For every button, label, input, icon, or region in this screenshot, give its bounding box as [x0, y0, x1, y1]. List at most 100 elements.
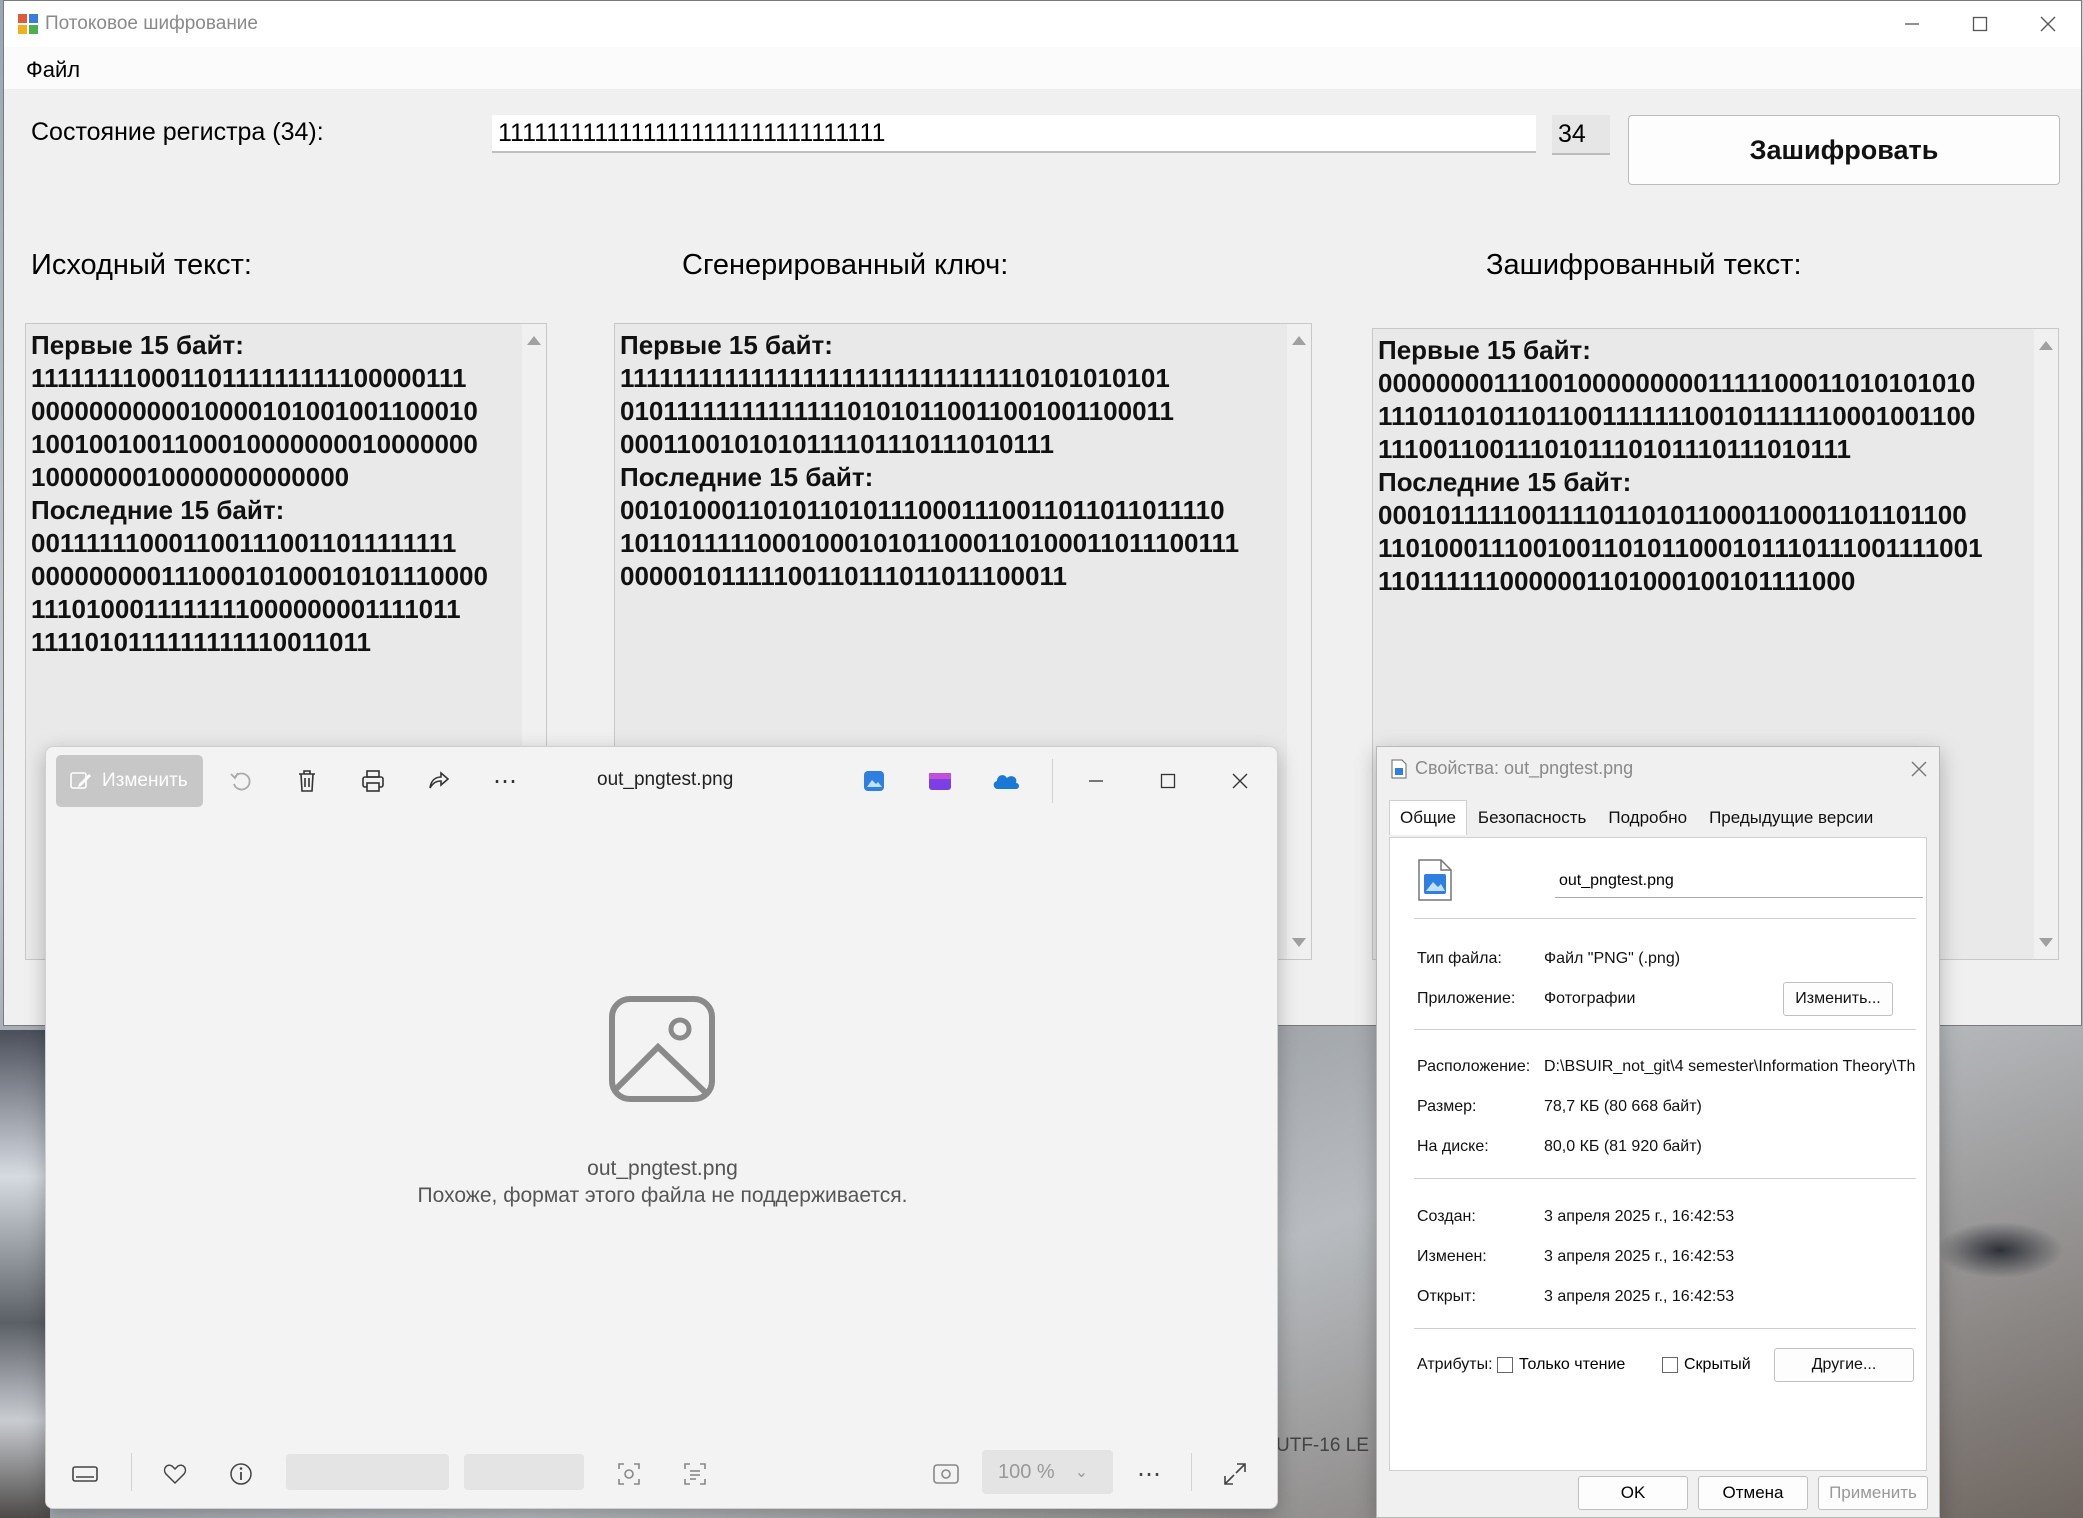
tab-details[interactable]: Подробно — [1597, 800, 1698, 835]
properties-dialog: Свойства: out_pngtest.png Общие Безопасн… — [1376, 746, 1940, 1518]
close-button[interactable] — [2014, 1, 2082, 47]
edit-image-icon — [70, 772, 91, 789]
tab-security[interactable]: Безопасность — [1467, 800, 1597, 835]
photos-bottom-bar: 100 % ⌄ ⋯ — [46, 1435, 1277, 1508]
unsupported-file-name: out_pngtest.png — [587, 1157, 738, 1180]
disk-size-label: На диске: — [1417, 1138, 1489, 1155]
toolbar-separator — [1052, 759, 1053, 803]
more-options-icon[interactable]: ⋯ — [489, 765, 521, 797]
checkbox-box[interactable] — [1497, 1357, 1513, 1373]
photos-toolbar: Изменить ⋯ out_pngtest.png — [46, 747, 1277, 813]
opened-value: 3 апреля 2025 г., 16:42:53 — [1544, 1288, 1735, 1305]
placeholder-pill-1 — [286, 1454, 449, 1490]
properties-tabs: Общие Безопасность Подробно Предыдущие в… — [1389, 800, 1884, 835]
onedrive-icon[interactable] — [990, 765, 1022, 797]
scroll-up-icon[interactable] — [1292, 336, 1306, 345]
filename-field[interactable] — [1555, 864, 1923, 898]
generated-key-scrollbar[interactable] — [1287, 324, 1311, 959]
photos-maximize-button[interactable] — [1152, 765, 1184, 797]
encrypted-text-heading: Зашифрованный текст: — [1486, 249, 1802, 281]
register-length-counter: 34 — [1552, 115, 1610, 155]
close-icon — [1911, 761, 1927, 777]
scroll-down-icon[interactable] — [2039, 938, 2053, 947]
source-text-content: Первые 15 байт: 111111110001101111111111… — [31, 330, 488, 657]
opened-label: Открыт: — [1417, 1288, 1476, 1305]
rotate-icon[interactable] — [225, 765, 257, 797]
app-value: Фотографии — [1544, 990, 1636, 1007]
photos-close-button[interactable] — [1224, 765, 1256, 797]
created-label: Создан: — [1417, 1208, 1476, 1225]
ok-button[interactable]: OK — [1578, 1476, 1688, 1510]
size-value: 78,7 КБ (80 668 байт) — [1544, 1098, 1702, 1115]
other-attributes-button[interactable]: Другие... — [1774, 1348, 1914, 1382]
minimize-button[interactable] — [1878, 1, 1946, 47]
maximize-button[interactable] — [1946, 1, 2014, 47]
text-recognition-icon[interactable] — [678, 1457, 712, 1491]
encrypt-button[interactable]: Зашифровать — [1628, 115, 2060, 185]
edit-button[interactable]: Изменить — [56, 755, 203, 807]
encrypted-text-scrollbar[interactable] — [2034, 329, 2058, 959]
photo-editor-icon[interactable] — [858, 765, 890, 797]
clipchamp-icon[interactable] — [924, 765, 956, 797]
size-label: Размер: — [1417, 1098, 1477, 1115]
share-icon[interactable] — [423, 765, 455, 797]
maximize-icon — [1972, 16, 1988, 32]
disk-size-value: 80,0 КБ (81 920 байт) — [1544, 1138, 1702, 1155]
modified-label: Изменен: — [1417, 1248, 1487, 1265]
file-icon — [1391, 759, 1407, 778]
type-value: Файл "PNG" (.png) — [1544, 950, 1681, 967]
readonly-label: Только чтение — [1519, 1356, 1626, 1373]
delete-icon[interactable] — [291, 765, 323, 797]
register-state-label: Состояние регистра (34): — [31, 118, 324, 146]
location-value: D:\BSUIR_not_git\4 semester\Information … — [1544, 1058, 1916, 1075]
properties-title-bar: Свойства: out_pngtest.png — [1391, 758, 1633, 779]
hidden-checkbox[interactable]: Скрытый — [1662, 1356, 1751, 1374]
more-options-icon[interactable]: ⋯ — [1132, 1457, 1166, 1491]
app-icon — [18, 14, 38, 34]
readonly-checkbox[interactable]: Только чтение — [1497, 1356, 1625, 1374]
hidden-label: Скрытый — [1684, 1356, 1751, 1373]
scroll-up-icon[interactable] — [2039, 341, 2053, 350]
zoom-dropdown[interactable]: 100 % ⌄ — [982, 1450, 1113, 1494]
change-app-button[interactable]: Изменить... — [1783, 982, 1893, 1016]
close-icon — [1232, 773, 1248, 789]
type-label: Тип файла: — [1417, 950, 1502, 967]
tab-previous-versions[interactable]: Предыдущие версии — [1698, 800, 1884, 835]
tab-general[interactable]: Общие — [1389, 800, 1467, 835]
png-file-icon — [1418, 859, 1452, 901]
photos-minimize-button[interactable] — [1080, 765, 1112, 797]
properties-close-button[interactable] — [1911, 753, 1927, 784]
photos-file-title: out_pngtest.png — [597, 769, 734, 790]
info-icon[interactable] — [224, 1457, 258, 1491]
apply-button[interactable]: Применить — [1818, 1476, 1928, 1510]
background-editor-encoding: UTF-16 LE — [1276, 1435, 1369, 1456]
modified-value: 3 апреля 2025 г., 16:42:53 — [1544, 1248, 1735, 1265]
app-label: Приложение: — [1417, 990, 1516, 1007]
image-placeholder-icon — [609, 996, 715, 1102]
window-title: Потоковое шифрование — [45, 13, 258, 34]
bottom-separator — [131, 1453, 132, 1491]
cancel-button[interactable]: Отмена — [1698, 1476, 1808, 1510]
favorite-icon[interactable] — [158, 1457, 192, 1491]
scroll-up-icon[interactable] — [527, 336, 541, 345]
divider — [1414, 1029, 1916, 1030]
visual-search-icon[interactable] — [612, 1457, 646, 1491]
source-text-heading: Исходный текст: — [31, 249, 252, 281]
filmstrip-icon[interactable] — [68, 1457, 102, 1491]
created-value: 3 апреля 2025 г., 16:42:53 — [1544, 1208, 1735, 1225]
chevron-down-icon: ⌄ — [1074, 1464, 1089, 1481]
actual-size-icon[interactable] — [929, 1457, 963, 1491]
scroll-down-icon[interactable] — [1292, 938, 1306, 947]
unsupported-format-message: Похоже, формат этого файла не поддержива… — [417, 1184, 908, 1207]
fullscreen-icon[interactable] — [1218, 1457, 1252, 1491]
print-icon[interactable] — [357, 765, 389, 797]
edit-button-label: Изменить — [102, 770, 188, 791]
menu-file[interactable]: Файл — [26, 57, 80, 83]
checkbox-box[interactable] — [1662, 1357, 1678, 1373]
photos-window: Изменить ⋯ out_pngtest.png out_pngtest.p… — [45, 746, 1278, 1509]
title-bar: Потоковое шифрование — [4, 1, 2081, 47]
register-state-input[interactable] — [492, 115, 1536, 153]
generated-key-content: Первые 15 байт: 111111111111111111111111… — [620, 330, 1240, 591]
general-tab-panel: Тип файла: Файл "PNG" (.png) Приложение:… — [1389, 837, 1927, 1471]
menu-bar: Файл — [4, 47, 2081, 89]
